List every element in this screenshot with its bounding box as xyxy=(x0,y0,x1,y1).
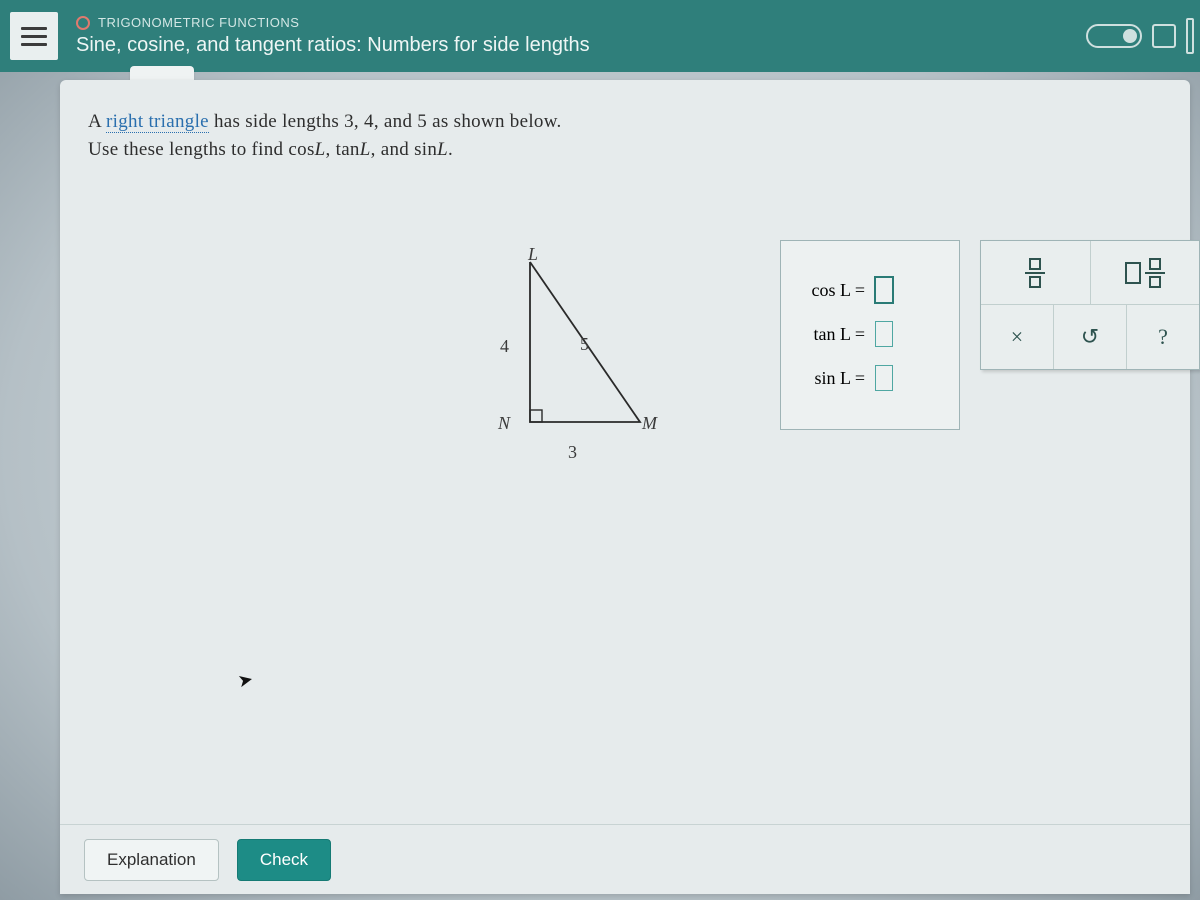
ring-icon xyxy=(76,16,90,30)
fraction-icon xyxy=(1025,258,1045,288)
txt: L xyxy=(360,139,371,160)
txt: L xyxy=(437,139,448,160)
cos-input[interactable] xyxy=(875,277,893,303)
txt: A xyxy=(88,111,106,132)
math-toolbox: × ↺ ? xyxy=(980,240,1200,370)
mixed-number-tool[interactable] xyxy=(1091,241,1200,305)
txt: has side lengths 3, 4, and 5 as shown be… xyxy=(209,111,562,132)
triangle-figure: L N M 4 5 3 xyxy=(450,250,690,480)
life-square-icon xyxy=(1152,24,1176,48)
txt: Use these lengths to find cos xyxy=(88,139,315,160)
vertex-L: L xyxy=(528,244,538,265)
side-length-5: 5 xyxy=(580,334,589,355)
help-icon: ? xyxy=(1158,324,1168,350)
life-bar-icon xyxy=(1186,18,1194,54)
cursor-icon: ➤ xyxy=(236,669,255,693)
reset-tool[interactable]: ↺ xyxy=(1054,305,1127,369)
txt: , and sin xyxy=(371,139,438,160)
vertex-N: N xyxy=(498,413,510,434)
help-tool[interactable]: ? xyxy=(1127,305,1199,369)
lives-indicator xyxy=(1086,18,1200,54)
glossary-link-right-triangle[interactable]: right triangle xyxy=(106,111,209,133)
category-label: TRIGONOMETRIC FUNCTIONS xyxy=(76,15,590,30)
footer-bar: Explanation Check xyxy=(60,824,1190,894)
cos-label: cos L = xyxy=(795,280,865,301)
hamburger-menu-button[interactable] xyxy=(10,12,58,60)
mixed-number-icon xyxy=(1125,258,1165,288)
category-text: TRIGONOMETRIC FUNCTIONS xyxy=(98,15,299,30)
txt: L xyxy=(315,139,326,160)
answer-panel: cos L = tan L = sin L = xyxy=(780,240,960,430)
tan-label: tan L = xyxy=(795,324,865,345)
side-length-4: 4 xyxy=(500,336,509,357)
tan-input[interactable] xyxy=(875,321,893,347)
content-card: A right triangle has side lengths 3, 4, … xyxy=(60,80,1190,894)
life-pill-icon xyxy=(1086,24,1142,48)
header-bar: TRIGONOMETRIC FUNCTIONS Sine, cosine, an… xyxy=(0,0,1200,72)
page-title: Sine, cosine, and tangent ratios: Number… xyxy=(76,34,590,57)
problem-statement: A right triangle has side lengths 3, 4, … xyxy=(88,108,1162,163)
vertex-M: M xyxy=(642,413,657,434)
fraction-tool[interactable] xyxy=(981,241,1091,305)
txt: , tan xyxy=(326,139,360,160)
explanation-button[interactable]: Explanation xyxy=(84,839,219,881)
sin-input[interactable] xyxy=(875,365,893,391)
check-button[interactable]: Check xyxy=(237,839,331,881)
clear-tool[interactable]: × xyxy=(981,305,1054,369)
side-length-3: 3 xyxy=(568,442,577,463)
times-icon: × xyxy=(1011,324,1023,350)
reset-icon: ↺ xyxy=(1081,324,1099,350)
txt: . xyxy=(448,139,453,160)
sin-label: sin L = xyxy=(795,368,865,389)
